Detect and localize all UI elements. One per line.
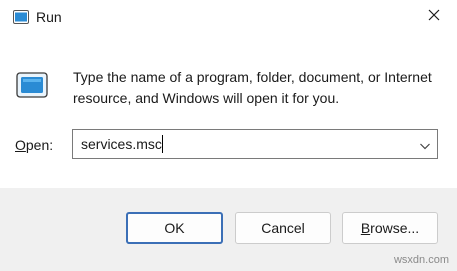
browse-button[interactable]: Browse... (342, 212, 438, 244)
dialog-footer: OK Cancel Browse... wsxdn.com (0, 188, 457, 271)
chevron-down-icon[interactable] (419, 139, 431, 151)
text-caret (162, 135, 163, 153)
open-label-accel: O (15, 137, 26, 153)
browse-label: rowse... (370, 220, 420, 236)
open-input-value[interactable]: services.msc (81, 136, 162, 152)
cancel-button[interactable]: Cancel (235, 212, 331, 244)
open-label: Open: (15, 137, 53, 153)
ok-button[interactable]: OK (126, 212, 223, 244)
open-label-text: pen: (25, 137, 54, 153)
watermark: wsxdn.com (393, 254, 449, 266)
dialog-description: Type the name of a program, folder, docu… (73, 69, 432, 106)
close-icon (428, 8, 440, 26)
run-icon (13, 10, 29, 24)
close-button[interactable] (423, 6, 445, 28)
dialog-content: Type the name of a program, folder, docu… (0, 36, 457, 188)
window-title: Run (36, 9, 62, 25)
browse-accel: B (360, 220, 371, 236)
run-app-icon (16, 72, 48, 98)
open-combobox[interactable]: services.msc (72, 129, 438, 159)
title-bar: Run (0, 0, 457, 36)
